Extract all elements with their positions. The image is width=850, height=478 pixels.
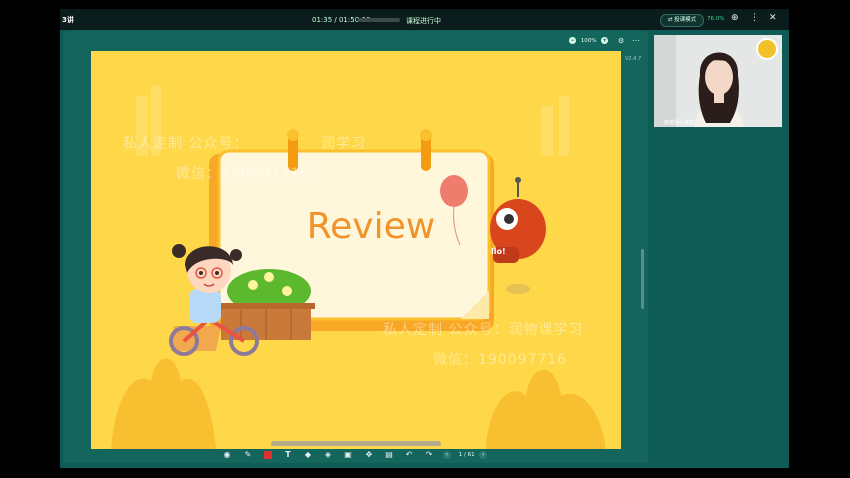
total-pages: / 61 [464,452,475,458]
robot-hello-text: llo! [491,247,506,256]
slide-title: Review [306,206,436,247]
zoom-controls: − 100% + ⚙ ⋯ [569,36,640,45]
eraser-icon[interactable]: ◈ [324,451,332,459]
next-page-button[interactable]: › [479,451,488,459]
teacher-name: 熊老师小课堂 [664,120,695,126]
shape-tool-icon[interactable]: ◆ [304,451,312,459]
session-status: 课程进行中 [406,17,441,25]
coin-icon [756,38,778,60]
zoom-level: 100% [580,37,597,44]
watermark-1b: 润学习 [321,136,366,152]
close-icon[interactable]: ✕ [769,13,777,23]
network-signal: 76.0% [707,16,725,22]
top-bar: 3讲 01:35 / 01:50:00 课程进行中 ⇄ 投课模式 76.0% ⊕… [60,9,789,30]
slide-illustration [111,86,606,449]
color-picker-button[interactable] [264,451,272,459]
lesson-title: 3讲 [62,16,74,24]
watermark-3: 私人定制 公众号：润物课学习 [383,322,584,338]
watermark-2: 微信：190097716 [176,166,311,182]
current-page: 1 [458,452,463,458]
move-tool-icon[interactable]: ✥ [365,451,373,459]
prev-page-button[interactable]: ‹ [443,451,451,459]
mode-toggle-label: 投课模式 [674,17,697,23]
classroom-app: 3讲 01:35 / 01:50:00 课程进行中 ⇄ 投课模式 76.0% ⊕… [60,9,789,468]
zoom-in-button[interactable]: + [601,37,609,44]
mode-toggle-button[interactable]: ⇄ 投课模式 [660,14,704,27]
zoom-icon[interactable]: ⊕ [731,13,739,23]
teacher-video[interactable]: 熊老师小课堂 [654,35,782,127]
panel-toolbar: − 100% + ⚙ ⋯ [63,31,648,51]
drawing-toolbar: ◉ ✎ T ◆ ◈ ▣ ✥ ▤ ↶ ↷ ‹ 1 / 61 › [60,443,789,468]
delete-icon[interactable]: ▤ [385,451,393,459]
page-navigator: ‹ 1 / 61 › [443,451,488,459]
select-tool-icon[interactable]: ▣ [344,451,352,459]
pen-icon[interactable]: ✎ [244,451,252,459]
courseware-panel: − 100% + ⚙ ⋯ V2.4.7 Review llo! 私人定制 公众号… [63,31,648,463]
redo-icon[interactable]: ↷ [425,451,433,459]
panel-scrollbar[interactable] [641,249,644,309]
watermark-1a: 私人定制 公众号： [123,136,249,152]
text-tool-icon[interactable]: T [284,451,292,459]
version-label: V2.4.7 [625,56,642,62]
laser-pointer-icon[interactable]: ◉ [223,451,231,459]
more-vertical-icon[interactable]: ⋮ [750,13,759,23]
slide-canvas[interactable]: Review llo! 私人定制 公众号： 润学习 微信：190097716 私… [91,51,621,449]
undo-icon[interactable]: ↶ [405,451,413,459]
zoom-out-button[interactable]: − [569,37,576,44]
session-progress-bar [358,18,400,22]
more-horizontal-icon[interactable]: ⋯ [632,36,640,45]
settings-icon[interactable]: ⚙ [618,37,624,45]
watermark-4: 微信：190097716 [433,352,568,368]
